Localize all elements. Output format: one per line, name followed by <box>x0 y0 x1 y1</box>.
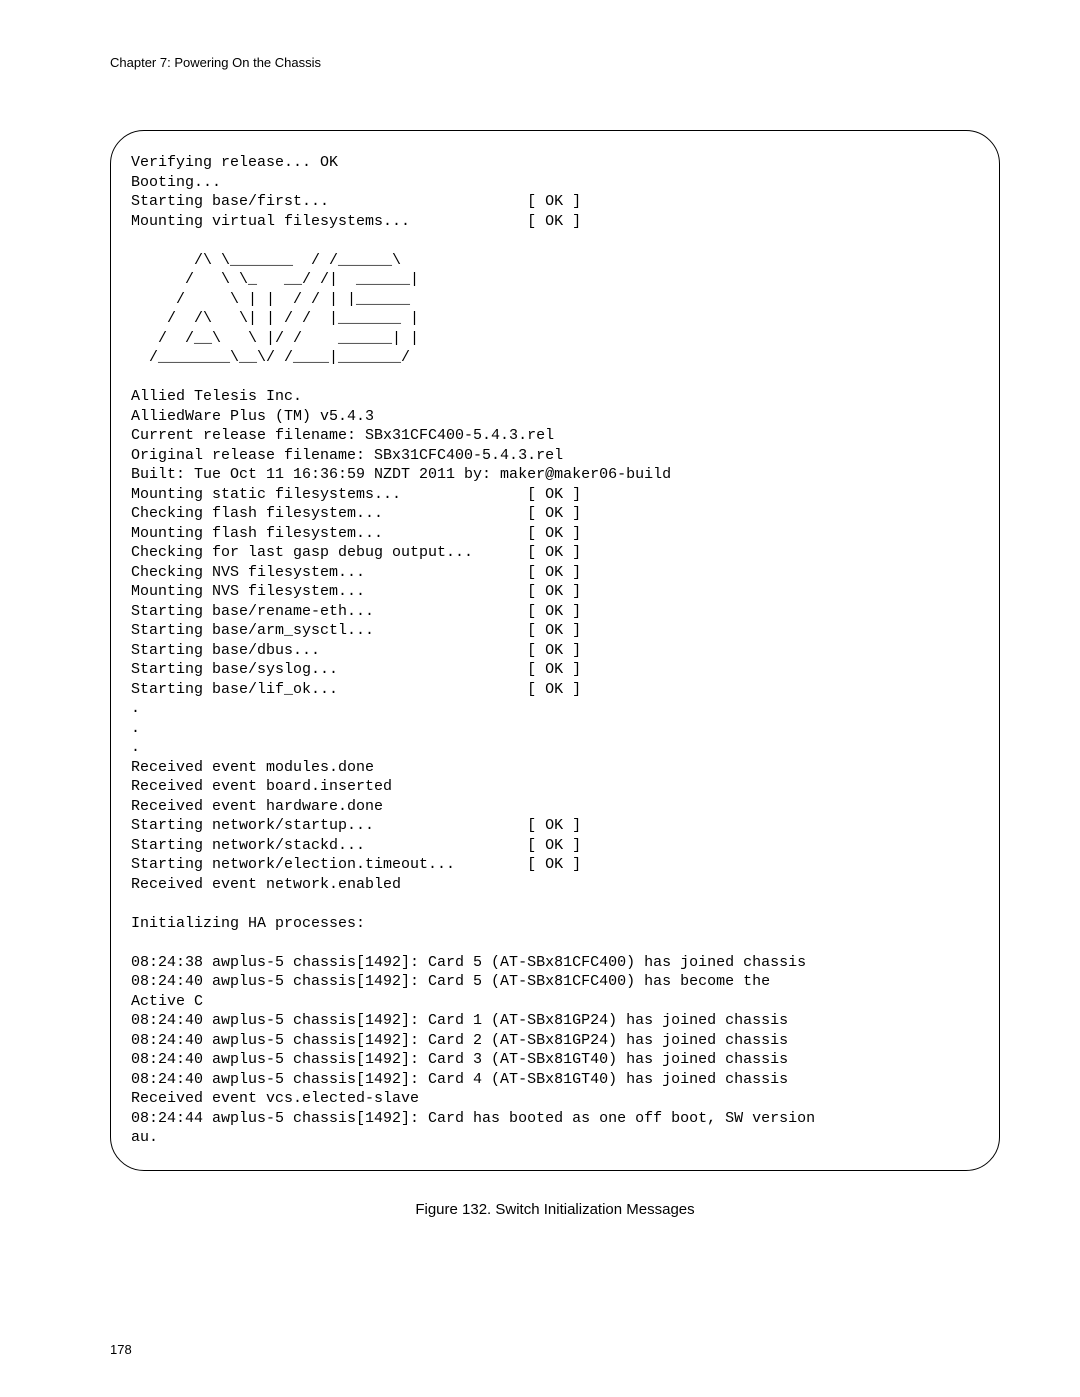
chapter-heading: Chapter 7: Powering On the Chassis <box>110 55 1000 70</box>
page-number: 178 <box>110 1342 132 1357</box>
figure-caption: Figure 132. Switch Initialization Messag… <box>110 1201 1000 1218</box>
page: Chapter 7: Powering On the Chassis Verif… <box>0 0 1080 1397</box>
console-output-box: Verifying release... OK Booting... Start… <box>110 130 1000 1171</box>
console-output-text: Verifying release... OK Booting... Start… <box>131 153 979 1148</box>
